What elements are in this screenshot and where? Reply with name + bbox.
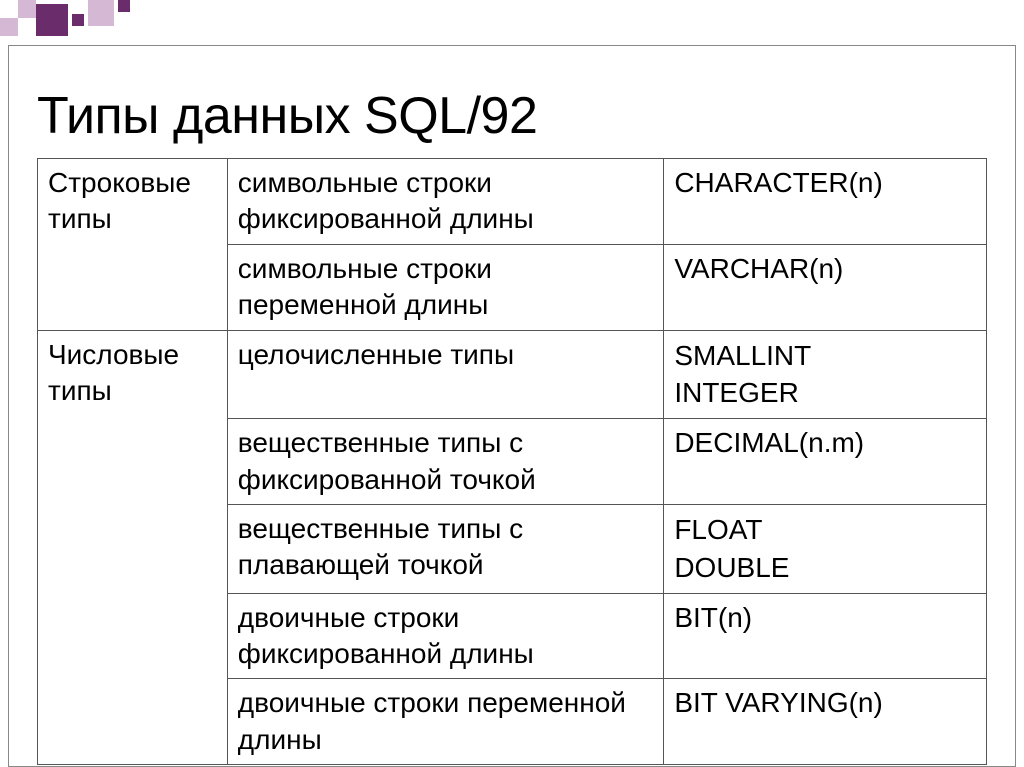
description-cell: символьные строки фиксированной длины: [227, 159, 664, 245]
type-cell: DECIMAL(n.m): [664, 419, 987, 505]
type-value: FLOAT: [674, 511, 976, 549]
type-cell: VARCHAR(n): [664, 244, 987, 330]
description-cell: двоичные строки переменной длины: [227, 679, 664, 765]
table-row: Числовые типы целочисленные типы SMALLIN…: [38, 330, 987, 419]
table-row: Строковые типы символьные строки фиксиро…: [38, 159, 987, 245]
category-cell: Числовые типы: [38, 330, 228, 765]
type-value: DOUBLE: [674, 549, 976, 587]
description-cell: вещественные типы с плавающей точкой: [227, 504, 664, 593]
type-cell: BIT(n): [664, 593, 987, 679]
description-cell: символьные строки переменной длины: [227, 244, 664, 330]
type-cell: SMALLINT INTEGER: [664, 330, 987, 419]
type-cell: CHARACTER(n): [664, 159, 987, 245]
type-cell: BIT VARYING(n): [664, 679, 987, 765]
type-value: SMALLINT: [674, 337, 976, 375]
description-cell: двоичные строки фиксированной длины: [227, 593, 664, 679]
type-cell: FLOAT DOUBLE: [664, 504, 987, 593]
type-value: INTEGER: [674, 374, 976, 412]
description-cell: вещественные типы с фиксированной точкой: [227, 419, 664, 505]
page-title: Типы данных SQL/92: [37, 86, 987, 146]
slide-frame: Типы данных SQL/92 Строковые типы символ…: [8, 45, 1016, 767]
category-cell: Строковые типы: [38, 159, 228, 331]
data-table: Строковые типы символьные строки фиксиро…: [37, 158, 987, 765]
description-cell: целочисленные типы: [227, 330, 664, 419]
